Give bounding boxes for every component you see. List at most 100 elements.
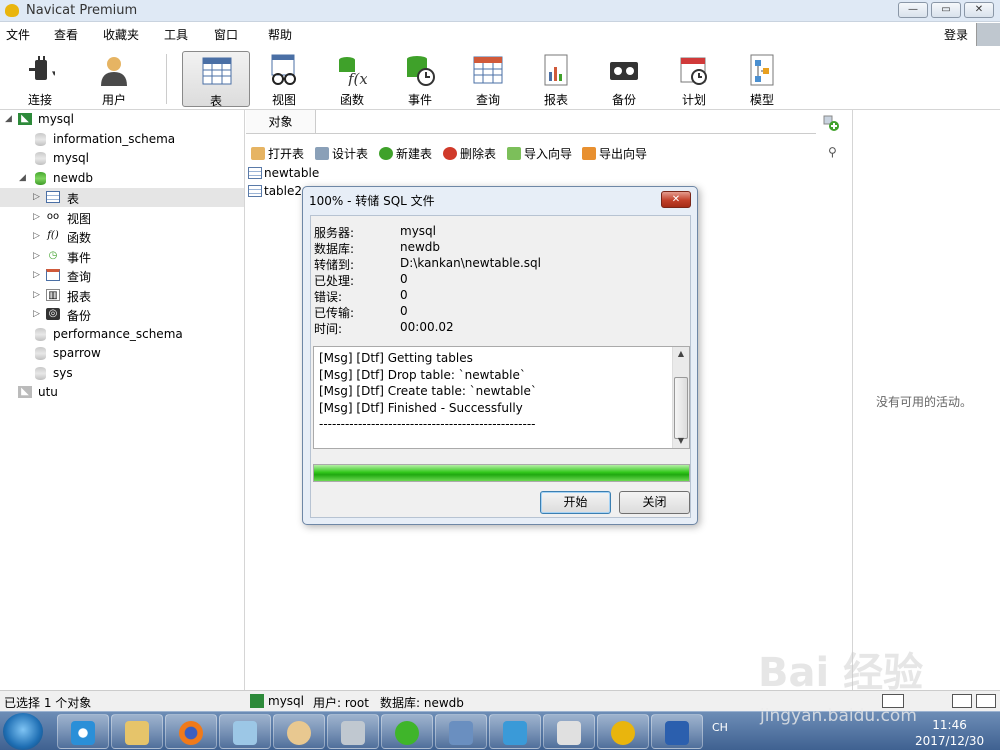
tree-connection-mysql[interactable]: ◢ ◣ mysql (0, 110, 244, 129)
dump-sql-dialog: 100% - 转储 SQL 文件 ✕ 服务器: mysql 数据库: newdb 转… (302, 186, 698, 525)
import-wizard-button[interactable]: 导入向导 (507, 145, 572, 162)
scroll-thumb[interactable] (674, 377, 688, 439)
panel-left-icon[interactable] (952, 694, 972, 708)
collapse-arrow-icon[interactable]: ◢ (19, 173, 26, 183)
tree-label: 报表 (67, 290, 92, 304)
menu-help[interactable]: 帮助 (268, 26, 292, 43)
menu-view[interactable]: 查看 (54, 26, 78, 43)
taskbar-word[interactable] (651, 714, 703, 749)
tree-node-reports[interactable]: ▷ ▥ 报表 (0, 286, 244, 305)
connection-icon: ◣ (18, 113, 32, 125)
backup-tape-icon: ◎ (46, 308, 60, 320)
table-icon (248, 167, 262, 179)
menu-window[interactable]: 窗口 (214, 26, 238, 43)
toolbar-schedule-button[interactable]: 计划 (660, 51, 728, 107)
minimize-button[interactable]: — (898, 2, 928, 18)
tree-label: 事件 (67, 251, 92, 265)
expand-arrow-icon[interactable]: ▷ (33, 192, 40, 202)
taskbar-notes[interactable] (219, 714, 271, 749)
taskbar-ie[interactable] (57, 714, 109, 749)
tree-label: 视图 (67, 212, 92, 226)
new-table-button[interactable]: 新建表 (379, 145, 432, 162)
delete-table-button[interactable]: 删除表 (443, 145, 496, 162)
tree-node-backups[interactable]: ▷ ◎ 备份 (0, 305, 244, 324)
expand-arrow-icon[interactable]: ▷ (33, 309, 40, 319)
toolbar-function-button[interactable]: f(x) 函数 (318, 51, 386, 107)
expand-arrow-icon[interactable]: ▷ (33, 212, 40, 222)
tree-node-functions[interactable]: ▷ f() 函数 (0, 227, 244, 246)
scroll-down-icon[interactable]: ▼ (673, 434, 689, 448)
toolbar-backup-button[interactable]: 备份 (590, 51, 658, 107)
toolbar-connect-button[interactable]: ▾ 连接 (6, 51, 74, 107)
toolbar-table-button[interactable]: 表 (182, 51, 250, 108)
account-avatar-icon[interactable] (976, 23, 1000, 47)
taskbar-app-search[interactable] (543, 714, 595, 749)
export-wizard-button[interactable]: 导出向导 (582, 145, 647, 162)
tree-db-information-schema[interactable]: information_schema (0, 130, 244, 149)
tree-label: 表 (67, 192, 80, 206)
system-clock[interactable]: 11:46 2017/12/30 (915, 717, 984, 749)
model-icon (750, 54, 774, 86)
taskbar-navicat[interactable] (597, 714, 649, 749)
toolbar-query-button[interactable]: 查询 (454, 51, 522, 107)
message-log[interactable]: [Msg] [Dtf] Getting tables [Msg] [Dtf] D… (313, 346, 690, 449)
field-label: 已传输: (314, 306, 355, 320)
expand-arrow-icon[interactable]: ▷ (33, 231, 40, 241)
start-button[interactable] (3, 713, 43, 750)
export-wizard-label: 导出向导 (599, 147, 648, 161)
database-icon (35, 367, 46, 380)
tree-node-views[interactable]: ▷ oo 视图 (0, 208, 244, 227)
toolbar-view-button[interactable]: 视图 (250, 51, 318, 107)
input-language[interactable]: CH (712, 721, 728, 734)
toolbar-user-button[interactable]: 用户 (80, 51, 148, 107)
taskbar-app-window[interactable] (435, 714, 487, 749)
tree-db-sparrow[interactable]: sparrow (0, 344, 244, 363)
scroll-up-icon[interactable]: ▲ (673, 347, 689, 361)
tree-db-mysql[interactable]: mysql (0, 149, 244, 168)
taskbar-explorer[interactable] (111, 714, 163, 749)
field-label: 错误: (314, 290, 343, 304)
tree-db-performance-schema[interactable]: performance_schema (0, 325, 244, 344)
close-window-button[interactable]: ✕ (964, 2, 994, 18)
maximize-button[interactable]: ▭ (931, 2, 961, 18)
menu-file[interactable]: 文件 (6, 26, 30, 43)
panel-right-icon[interactable] (976, 694, 996, 708)
tree-db-sys[interactable]: sys (0, 364, 244, 383)
menu-favorites[interactable]: 收藏夹 (103, 26, 139, 43)
navicat-icon (611, 721, 635, 745)
search-icon[interactable]: ⚲ (828, 145, 837, 159)
taskbar-app-green[interactable] (381, 714, 433, 749)
tree-db-newdb[interactable]: ◢ newdb (0, 169, 244, 188)
taskbar-calculator[interactable] (327, 714, 379, 749)
tree-node-events[interactable]: ▷ ◷ 事件 (0, 247, 244, 266)
design-table-button[interactable]: 设计表 (315, 145, 368, 162)
expand-arrow-icon[interactable]: ▷ (33, 290, 40, 300)
toolbar-model-button[interactable]: 模型 (728, 51, 796, 107)
taskbar-firefox[interactable] (165, 714, 217, 749)
tree-node-tables[interactable]: ▷ 表 (0, 188, 244, 207)
log-line: ----------------------------------------… (319, 417, 536, 431)
taskbar-paint[interactable] (273, 714, 325, 749)
dialog-close-button[interactable]: ✕ (661, 191, 691, 208)
expand-arrow-icon[interactable]: ▷ (33, 270, 40, 280)
tab-objects[interactable]: 对象 (246, 110, 316, 134)
close-button[interactable]: 关闭 (619, 491, 690, 514)
table-item-newtable[interactable]: newtable (248, 166, 319, 180)
login-link[interactable]: 登录 (944, 26, 968, 43)
expand-arrow-icon[interactable]: ▷ (33, 251, 40, 261)
tree-connection-utu[interactable]: ◣ utu (0, 383, 244, 402)
toolbar-event-button[interactable]: 事件 (386, 51, 454, 107)
table-item-table2[interactable]: table2 (248, 184, 302, 198)
log-scrollbar[interactable]: ▲ ▼ (672, 347, 689, 448)
folder-icon (125, 721, 149, 745)
field-label: 服务器: (314, 226, 355, 240)
tree-node-queries[interactable]: ▷ 查询 (0, 266, 244, 285)
start-button[interactable]: 开始 (540, 491, 611, 514)
toolbar-report-button[interactable]: 报表 (522, 51, 590, 107)
new-tab-icon[interactable] (823, 115, 839, 131)
taskbar-app-bird[interactable] (489, 714, 541, 749)
menu-tools[interactable]: 工具 (164, 26, 188, 43)
collapse-arrow-icon[interactable]: ◢ (5, 114, 12, 124)
import-wizard-label: 导入向导 (524, 147, 573, 161)
open-table-button[interactable]: 打开表 (251, 145, 304, 162)
